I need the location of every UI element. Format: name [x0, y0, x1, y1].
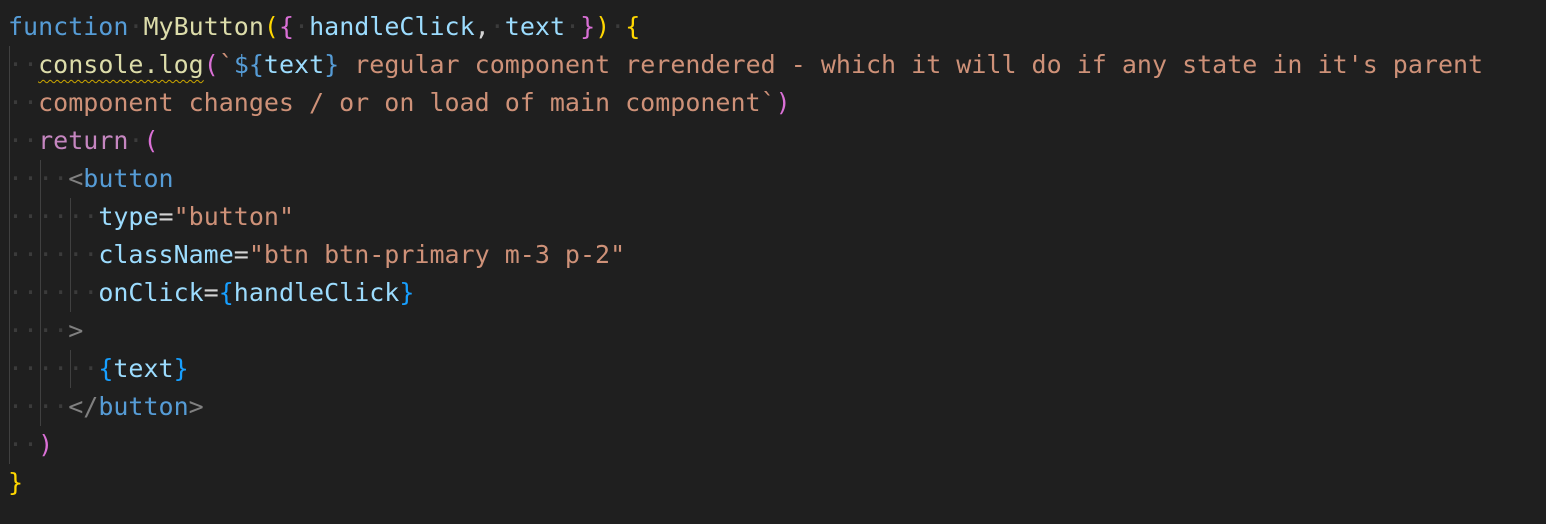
- code-token: =: [233, 240, 249, 269]
- code-line[interactable]: ···· </button>: [8, 388, 1546, 426]
- code-token: console.log: [38, 50, 204, 79]
- indent-whitespace: ··: [8, 84, 38, 122]
- indent-guide: [39, 388, 41, 426]
- indent-guide: [70, 236, 72, 274]
- code-token: className: [98, 240, 234, 269]
- code-token: {: [278, 12, 295, 41]
- code-token: (: [203, 50, 219, 79]
- code-token: handleClick: [309, 12, 475, 41]
- indent-guide: [39, 312, 41, 350]
- code-token: ,: [474, 12, 490, 41]
- indent-whitespace: ··: [8, 426, 38, 464]
- code-token: <: [68, 164, 84, 193]
- code-token: ): [595, 12, 611, 41]
- indent-guide: [9, 388, 10, 426]
- indent-whitespace: ······: [8, 350, 98, 388]
- code-line[interactable]: ···· <button: [8, 160, 1546, 198]
- code-line[interactable]: ······ className="btn btn-primary m-3 p-2…: [8, 236, 1546, 274]
- indent-guide: [70, 198, 72, 236]
- code-token: }: [8, 468, 24, 497]
- indent-guide: [9, 274, 10, 312]
- whitespace-dot: ·: [565, 12, 581, 41]
- code-token: (: [143, 126, 159, 155]
- code-token: return: [38, 126, 129, 155]
- code-token: handleClick: [233, 278, 400, 307]
- code-token: }: [324, 50, 340, 79]
- code-line[interactable]: }: [8, 464, 1546, 502]
- indent-guide: [9, 312, 10, 350]
- code-token: button: [98, 392, 189, 421]
- code-token: =: [158, 202, 174, 231]
- code-line[interactable]: ······ {text}: [8, 350, 1546, 388]
- code-token: function: [8, 12, 129, 41]
- indent-whitespace: ······: [8, 236, 98, 274]
- indent-guide: [39, 236, 41, 274]
- code-token: text: [263, 50, 325, 79]
- indent-guide: [9, 122, 10, 160]
- whitespace-dot: ·: [489, 12, 505, 41]
- indent-guide: [39, 198, 41, 236]
- code-token: MyButton: [143, 12, 264, 41]
- code-token: }: [399, 278, 415, 307]
- code-token: ): [38, 430, 54, 459]
- whitespace-dot: ·: [128, 12, 144, 41]
- code-token: =: [203, 278, 219, 307]
- code-token: type: [98, 202, 159, 231]
- indent-guide: [9, 426, 10, 464]
- whitespace-dot: ·: [294, 12, 310, 41]
- code-token: {: [218, 278, 234, 307]
- code-line[interactable]: ·· component changes / or on load of main…: [8, 84, 1546, 122]
- code-line[interactable]: ······ type="button": [8, 198, 1546, 236]
- code-token: button: [83, 164, 174, 193]
- indent-whitespace: ······: [8, 274, 98, 312]
- indent-whitespace: ····: [8, 388, 68, 426]
- indent-guide: [70, 274, 72, 312]
- code-token: (: [263, 12, 279, 41]
- code-token: `: [218, 50, 234, 79]
- indent-whitespace: ······: [8, 198, 98, 236]
- code-line[interactable]: ······ onClick={handleClick}: [8, 274, 1546, 312]
- code-token: text: [504, 12, 566, 41]
- code-token: }: [580, 12, 596, 41]
- code-line[interactable]: ·· console.log(`${text} regular component…: [8, 46, 1546, 84]
- code-token: </: [68, 392, 99, 421]
- code-line[interactable]: function·MyButton({·handleClick,·text·})…: [8, 8, 1546, 46]
- indent-guide: [9, 350, 10, 388]
- code-token: "btn btn-primary m-3 p-2": [248, 240, 626, 269]
- indent-guide: [39, 350, 41, 388]
- indent-guide: [9, 46, 10, 84]
- indent-guide: [9, 160, 10, 198]
- code-token: >: [68, 316, 84, 345]
- indent-guide: [9, 236, 10, 274]
- indent-whitespace: ··: [8, 46, 38, 84]
- code-token: ): [775, 88, 791, 117]
- whitespace-dot: ·: [128, 126, 144, 155]
- indent-whitespace: ····: [8, 160, 68, 198]
- indent-guide: [39, 160, 41, 198]
- code-token: ${: [233, 50, 264, 79]
- code-token: component changes / or on load of main c…: [38, 88, 776, 117]
- code-line[interactable]: ·· return·(: [8, 122, 1546, 160]
- indent-guide: [70, 350, 72, 388]
- code-token: text: [113, 354, 174, 383]
- code-token: onClick: [98, 278, 204, 307]
- code-token: regular component rerendered - which it …: [339, 50, 1484, 79]
- code-token: "button": [173, 202, 295, 231]
- indent-guide: [9, 198, 10, 236]
- code-token: {: [98, 354, 114, 383]
- code-token: {: [625, 12, 641, 41]
- code-line[interactable]: ··): [8, 426, 1546, 464]
- code-token: }: [173, 354, 189, 383]
- code-token: >: [188, 392, 204, 421]
- code-editor[interactable]: function·MyButton({·handleClick,·text·})…: [0, 0, 1546, 524]
- code-line[interactable]: ···· >: [8, 312, 1546, 350]
- indent-whitespace: ··: [8, 122, 38, 160]
- indent-guide: [39, 274, 41, 312]
- indent-guide: [9, 84, 10, 122]
- indent-whitespace: ····: [8, 312, 68, 350]
- whitespace-dot: ·: [610, 12, 626, 41]
